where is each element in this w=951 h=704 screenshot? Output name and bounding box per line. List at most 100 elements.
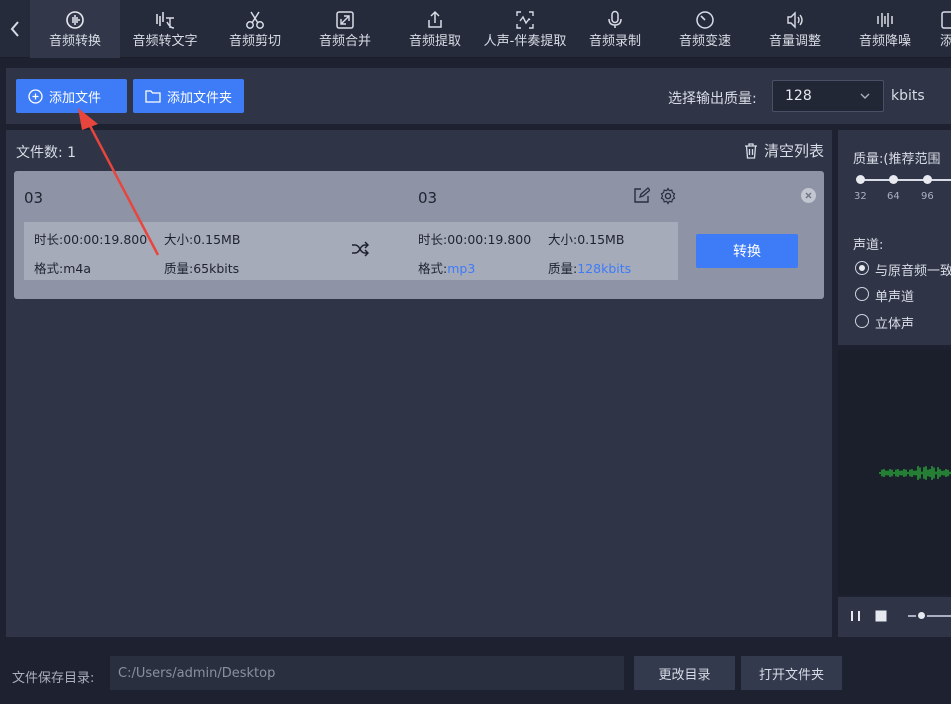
tab-audio-merge[interactable]: 音频合并	[300, 0, 390, 58]
folder-icon	[145, 90, 161, 103]
tab-label: 音频合并	[318, 33, 371, 49]
open-folder-button[interactable]: 打开文件夹	[741, 656, 842, 690]
playback-progress-track[interactable]	[908, 615, 951, 617]
chevron-left-icon	[10, 21, 19, 37]
channel-radio-mono[interactable]	[855, 287, 869, 301]
source-duration: 时长:00:00:19.800	[34, 232, 148, 247]
file-info-panel: 时长:00:00:19.800 大小:0.15MB 格式:m4a 质量:65kb…	[24, 222, 678, 280]
source-format: 格式:m4a	[34, 261, 92, 276]
output-quality-label: 选择输出质量:	[668, 91, 757, 107]
audio-convert-icon	[66, 10, 84, 29]
channel-radio-original[interactable]	[855, 261, 869, 275]
top-toolbar: 音频转换 音频转文字 音频剪切 音频合并 音频提取 人声-伴奏提取 音频录制 音…	[0, 0, 951, 58]
quality-slider-stop[interactable]	[889, 175, 898, 184]
channel-title: 声道:	[853, 238, 884, 253]
tab-audio-speed[interactable]: 音频变速	[660, 0, 750, 58]
tab-label: 音频变速	[678, 33, 731, 49]
tab-more[interactable]: 添	[930, 0, 951, 58]
channel-radio-stereo[interactable]	[855, 314, 869, 328]
file-count-label: 文件数:	[16, 145, 63, 161]
output-quality-select[interactable]: 128	[772, 80, 884, 112]
file-count-value: 1	[67, 145, 77, 161]
add-file-button[interactable]: 添加文件	[16, 79, 127, 113]
save-directory-label: 文件保存目录:	[12, 671, 95, 686]
save-directory-field[interactable]: C:/Users/admin/Desktop	[110, 656, 624, 690]
quality-slider-track[interactable]	[858, 179, 951, 181]
close-icon	[805, 192, 812, 199]
waveform-preview	[838, 350, 951, 595]
quality-tick: 64	[887, 191, 900, 202]
quality-unit: kbits	[891, 88, 925, 104]
scissors-icon	[246, 11, 264, 29]
quality-tick: 96	[921, 191, 934, 202]
file-list-panel: 文件数: 1 清空列表 03 03 时长:00:00:19.800 大小:0.1…	[6, 130, 832, 637]
quality-range-title: 质量:(推荐范围	[853, 152, 941, 167]
tab-vocal-extract[interactable]: 人声-伴奏提取	[480, 0, 570, 58]
file-card: 03 03 时长:00:00:19.800 大小:0.15MB 格式:m4a 质…	[14, 171, 824, 299]
edit-icon[interactable]	[633, 187, 650, 204]
add-folder-label: 添加文件夹	[167, 90, 233, 106]
tab-label: 音频转换	[48, 33, 101, 49]
chevron-down-icon	[860, 93, 870, 99]
file-count: 文件数: 1	[16, 142, 76, 162]
action-bar: 添加文件 添加文件夹 选择输出质量: 128 kbits	[6, 68, 951, 124]
remove-file-button[interactable]	[801, 188, 816, 203]
speech-to-text-icon	[156, 11, 175, 29]
waveform-graphic	[879, 466, 951, 480]
convert-button[interactable]: 转换	[696, 234, 798, 268]
channel-label-stereo: 立体声	[875, 317, 915, 332]
playback-progress-handle[interactable]	[916, 610, 927, 621]
tab-audio-cut[interactable]: 音频剪切	[210, 0, 300, 58]
plus-circle-icon	[28, 88, 43, 104]
tab-label: 音频录制	[588, 33, 641, 49]
tab-audio-extract[interactable]: 音频提取	[390, 0, 480, 58]
tab-label: 音频剪切	[228, 33, 281, 49]
tab-label: 音频转文字	[132, 33, 198, 49]
source-quality: 质量:65kbits	[164, 261, 240, 276]
merge-icon	[336, 10, 354, 29]
tab-label: 音频提取	[408, 33, 461, 49]
stop-icon[interactable]	[875, 610, 887, 622]
speed-icon	[696, 10, 714, 29]
tab-audio-record[interactable]: 音频录制	[570, 0, 660, 58]
clear-list-label: 清空列表	[763, 142, 824, 160]
extract-icon	[428, 10, 442, 28]
microphone-icon	[608, 10, 622, 28]
trash-icon	[744, 142, 757, 159]
player-controls	[838, 597, 951, 637]
output-file-name: 03	[418, 189, 438, 207]
volume-icon	[787, 10, 803, 29]
channel-label-original: 与原音频一致	[875, 264, 951, 279]
tab-speech-to-text[interactable]: 音频转文字	[120, 0, 210, 58]
tab-audio-denoise[interactable]: 音频降噪	[840, 0, 930, 58]
denoise-icon	[877, 12, 893, 27]
channel-label-mono: 单声道	[875, 290, 915, 305]
output-format: 格式:mp3	[418, 261, 476, 276]
source-size: 大小:0.15MB	[164, 232, 241, 247]
gear-icon[interactable]	[659, 187, 677, 205]
tab-label: 人声-伴奏提取	[483, 33, 567, 49]
quality-slider-stop[interactable]	[923, 175, 932, 184]
shuffle-icon	[352, 241, 369, 257]
vocal-icon	[516, 10, 534, 29]
tab-volume-adjust[interactable]: 音量调整	[750, 0, 840, 58]
source-file-name: 03	[24, 189, 44, 207]
tab-label: 音频降噪	[858, 33, 911, 49]
quality-slider-stop[interactable]	[856, 175, 865, 184]
add-file-label: 添加文件	[49, 90, 102, 106]
change-directory-button[interactable]: 更改目录	[634, 656, 735, 690]
more-icon	[941, 10, 951, 29]
back-button[interactable]	[0, 0, 30, 58]
output-quality: 质量:128kbits	[548, 261, 632, 276]
tab-label: 音量调整	[768, 33, 821, 49]
tab-label: 添	[940, 33, 951, 49]
settings-panel: 质量:(推荐范围 32 64 96 声道: 与原音频一致 单声道 立体声	[838, 130, 951, 345]
quality-tick: 32	[854, 191, 867, 202]
output-size: 大小:0.15MB	[548, 232, 625, 247]
output-quality-value: 128	[785, 88, 812, 104]
clear-list-button[interactable]: 清空列表	[744, 140, 824, 161]
tab-audio-convert[interactable]: 音频转换	[30, 0, 120, 58]
output-duration: 时长:00:00:19.800	[418, 232, 532, 247]
add-folder-button[interactable]: 添加文件夹	[133, 79, 244, 113]
pause-icon[interactable]	[850, 610, 862, 622]
